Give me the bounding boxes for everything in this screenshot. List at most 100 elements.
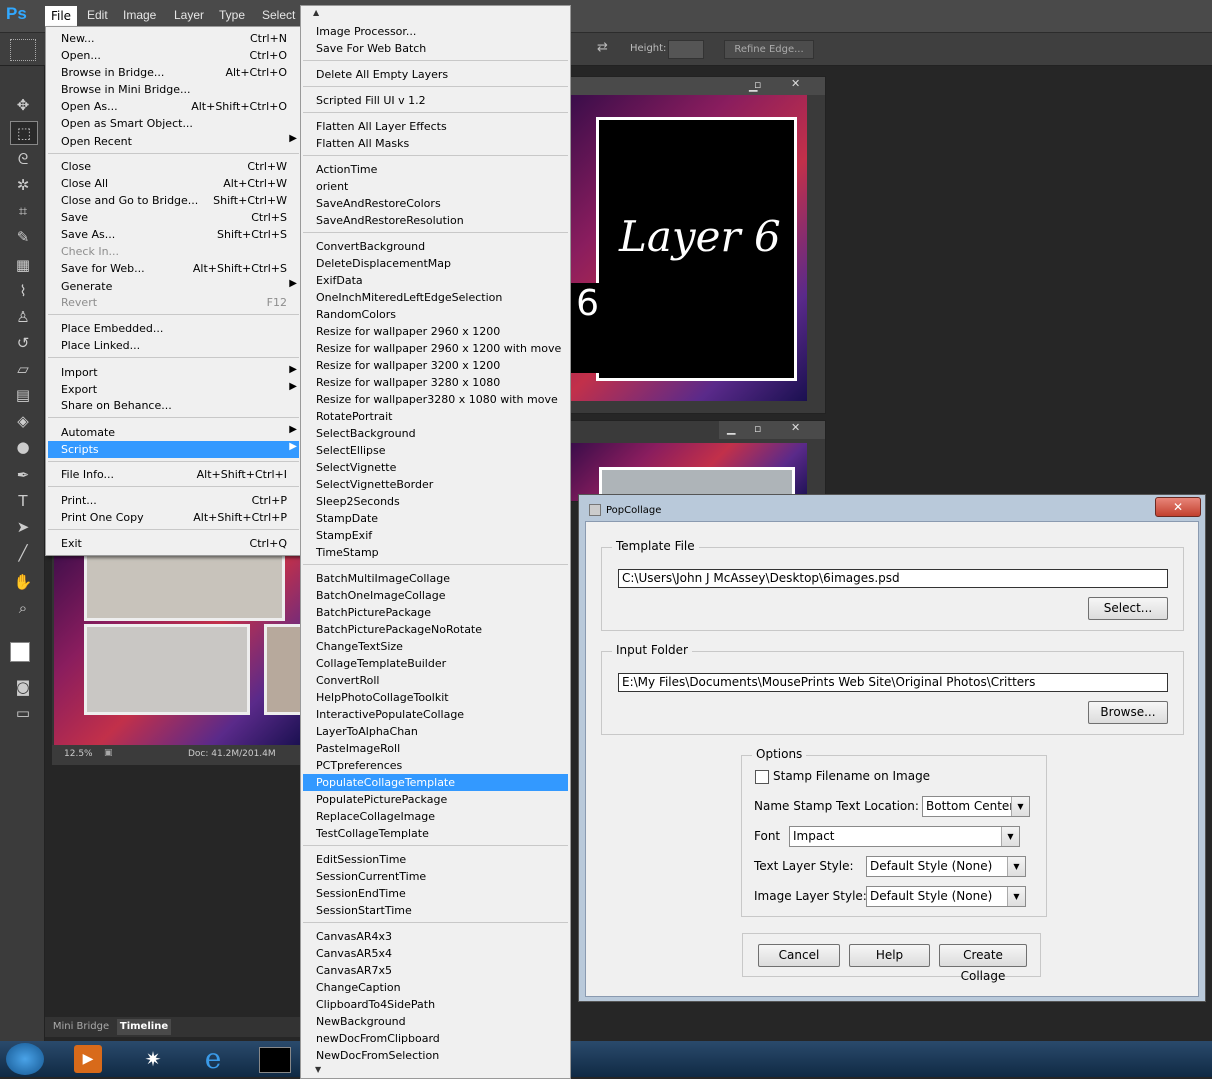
- start-button-icon[interactable]: [6, 1043, 44, 1075]
- tab-mini-bridge[interactable]: Mini Bridge: [49, 1019, 113, 1035]
- script-item[interactable]: ChangeCaption: [303, 979, 568, 996]
- quick-mask-icon[interactable]: ◙: [10, 676, 36, 698]
- script-item[interactable]: SaveAndRestoreColors: [303, 195, 568, 212]
- menu-image[interactable]: Image: [123, 8, 156, 22]
- history-brush-icon[interactable]: ↺: [10, 332, 36, 354]
- menu-item-close-all[interactable]: Close All Alt+Ctrl+W: [48, 175, 299, 192]
- menu-item-print-one-copy[interactable]: Print One Copy Alt+Shift+Ctrl+P: [48, 509, 299, 526]
- menu-item-save-as[interactable]: Save As... Shift+Ctrl+S: [48, 226, 299, 243]
- menu-item-place-embedded[interactable]: Place Embedded...: [48, 320, 299, 337]
- script-item[interactable]: ClipboardTo4SidePath: [303, 996, 568, 1013]
- browse-button[interactable]: Browse...: [1088, 701, 1168, 724]
- stamp-filename-checkbox[interactable]: [755, 770, 769, 784]
- menu-item-share-behance[interactable]: Share on Behance...: [48, 397, 299, 414]
- script-item[interactable]: EditSessionTime: [303, 851, 568, 868]
- line-tool-icon[interactable]: ╱: [10, 542, 36, 564]
- script-item[interactable]: HelpPhotoCollageToolkit: [303, 689, 568, 706]
- script-item[interactable]: SelectVignette: [303, 459, 568, 476]
- script-item-populate-collage-template[interactable]: PopulateCollageTemplate: [303, 774, 568, 791]
- menu-item-save-for-web[interactable]: Save for Web... Alt+Shift+Ctrl+S: [48, 260, 299, 277]
- crop-tool-icon[interactable]: ⌗: [10, 200, 36, 222]
- move-tool-icon[interactable]: ✥: [10, 94, 36, 116]
- menu-item-exit[interactable]: Exit Ctrl+Q: [48, 535, 299, 552]
- script-item[interactable]: SelectBackground: [303, 425, 568, 442]
- menu-item-file-info[interactable]: File Info... Alt+Shift+Ctrl+I: [48, 466, 299, 483]
- script-item[interactable]: RotatePortrait: [303, 408, 568, 425]
- menu-item-scripts[interactable]: Scripts ▶: [48, 441, 299, 458]
- menu-item-export[interactable]: Export ▶: [48, 381, 299, 398]
- select-button[interactable]: Select...: [1088, 597, 1168, 620]
- script-item[interactable]: LayerToAlphaChan: [303, 723, 568, 740]
- script-item[interactable]: SessionCurrentTime: [303, 868, 568, 885]
- menu-item-generate[interactable]: Generate ▶: [48, 278, 299, 295]
- script-item[interactable]: ReplaceCollageImage: [303, 808, 568, 825]
- font-select[interactable]: Impact ▼: [789, 826, 1020, 847]
- healing-brush-icon[interactable]: ▦: [10, 254, 36, 276]
- close-icon-3[interactable]: ✕: [791, 421, 800, 434]
- script-item[interactable]: Resize for wallpaper 2960 x 1200: [303, 323, 568, 340]
- menu-item-place-linked[interactable]: Place Linked...: [48, 337, 299, 354]
- scroll-up-icon[interactable]: ▲: [313, 8, 319, 17]
- script-item[interactable]: Flatten All Layer Effects: [303, 118, 568, 135]
- script-item[interactable]: OneInchMiteredLeftEdgeSelection: [303, 289, 568, 306]
- menu-item-new[interactable]: New... Ctrl+N: [48, 30, 299, 47]
- marquee-tool-icon[interactable]: ⬚: [10, 121, 38, 145]
- brush-tool-icon[interactable]: ⌇: [10, 280, 36, 302]
- media-player-icon[interactable]: ▶: [74, 1045, 102, 1073]
- script-item[interactable]: PasteImageRoll: [303, 740, 568, 757]
- height-input[interactable]: [668, 40, 704, 59]
- name-stamp-location-select[interactable]: Bottom Center ▼: [922, 796, 1030, 817]
- scroll-down-icon[interactable]: ▼: [315, 1065, 321, 1074]
- hand-tool-icon[interactable]: ✋: [10, 571, 36, 593]
- script-item[interactable]: ConvertRoll: [303, 672, 568, 689]
- internet-explorer-icon[interactable]: e: [198, 1044, 228, 1074]
- dodge-tool-icon[interactable]: ●: [10, 436, 36, 458]
- script-item[interactable]: Resize for wallpaper 3280 x 1080: [303, 374, 568, 391]
- menu-item-open-as[interactable]: Open As... Alt+Shift+Ctrl+O: [48, 98, 299, 115]
- menu-item-open-smart-object[interactable]: Open as Smart Object...: [48, 115, 299, 132]
- app-star-icon[interactable]: ✷: [138, 1045, 168, 1073]
- gradient-icon[interactable]: ▤: [10, 384, 36, 406]
- script-item[interactable]: newDocFromClipboard: [303, 1030, 568, 1047]
- script-item[interactable]: ActionTime: [303, 161, 568, 178]
- script-item[interactable]: ChangeTextSize: [303, 638, 568, 655]
- zoom-tool-icon[interactable]: ⌕: [10, 597, 36, 619]
- script-item[interactable]: NewDocFromSelection: [303, 1047, 568, 1064]
- script-item[interactable]: SessionStartTime: [303, 902, 568, 919]
- script-item[interactable]: StampDate: [303, 510, 568, 527]
- screen-mode-icon[interactable]: ▭: [10, 702, 36, 724]
- script-item[interactable]: CanvasAR4x3: [303, 928, 568, 945]
- script-item[interactable]: CanvasAR7x5: [303, 962, 568, 979]
- script-item[interactable]: CanvasAR5x4: [303, 945, 568, 962]
- path-select-icon[interactable]: ➤: [10, 516, 36, 538]
- script-item[interactable]: Save For Web Batch: [303, 40, 568, 57]
- script-item[interactable]: Sleep2Seconds: [303, 493, 568, 510]
- restore-icon-3[interactable]: ▫: [754, 422, 761, 435]
- close-icon[interactable]: ✕: [791, 77, 800, 90]
- menu-item-close-go-bridge[interactable]: Close and Go to Bridge... Shift+Ctrl+W: [48, 192, 299, 209]
- magic-wand-icon[interactable]: ✲: [10, 174, 36, 196]
- tab-timeline[interactable]: Timeline: [117, 1019, 171, 1035]
- script-item[interactable]: BatchPicturePackageNoRotate: [303, 621, 568, 638]
- script-item[interactable]: SelectEllipse: [303, 442, 568, 459]
- help-button[interactable]: Help: [849, 944, 930, 967]
- script-item[interactable]: StampExif: [303, 527, 568, 544]
- script-item[interactable]: Scripted Fill UI v 1.2: [303, 92, 568, 109]
- script-item[interactable]: ExifData: [303, 272, 568, 289]
- text-layer-style-select[interactable]: Default Style (None) ▼: [866, 856, 1026, 877]
- menu-item-import[interactable]: Import ▶: [48, 364, 299, 381]
- script-item[interactable]: Flatten All Masks: [303, 135, 568, 152]
- script-item[interactable]: NewBackground: [303, 1013, 568, 1030]
- script-item[interactable]: DeleteDisplacementMap: [303, 255, 568, 272]
- menu-layer[interactable]: Layer: [174, 8, 204, 22]
- eyedropper-icon[interactable]: ✎: [10, 226, 36, 248]
- menu-item-automate[interactable]: Automate ▶: [48, 424, 299, 441]
- restore-icon[interactable]: ▫: [754, 78, 761, 91]
- lasso-tool-icon[interactable]: ᘓ: [10, 148, 36, 170]
- image-layer-style-select[interactable]: Default Style (None) ▼: [866, 886, 1026, 907]
- refine-edge-button[interactable]: Refine Edge...: [724, 40, 814, 59]
- script-item[interactable]: Resize for wallpaper3280 x 1080 with mov…: [303, 391, 568, 408]
- script-item[interactable]: RandomColors: [303, 306, 568, 323]
- type-tool-icon[interactable]: T: [10, 490, 36, 512]
- dialog-close-button[interactable]: ✕: [1155, 497, 1201, 517]
